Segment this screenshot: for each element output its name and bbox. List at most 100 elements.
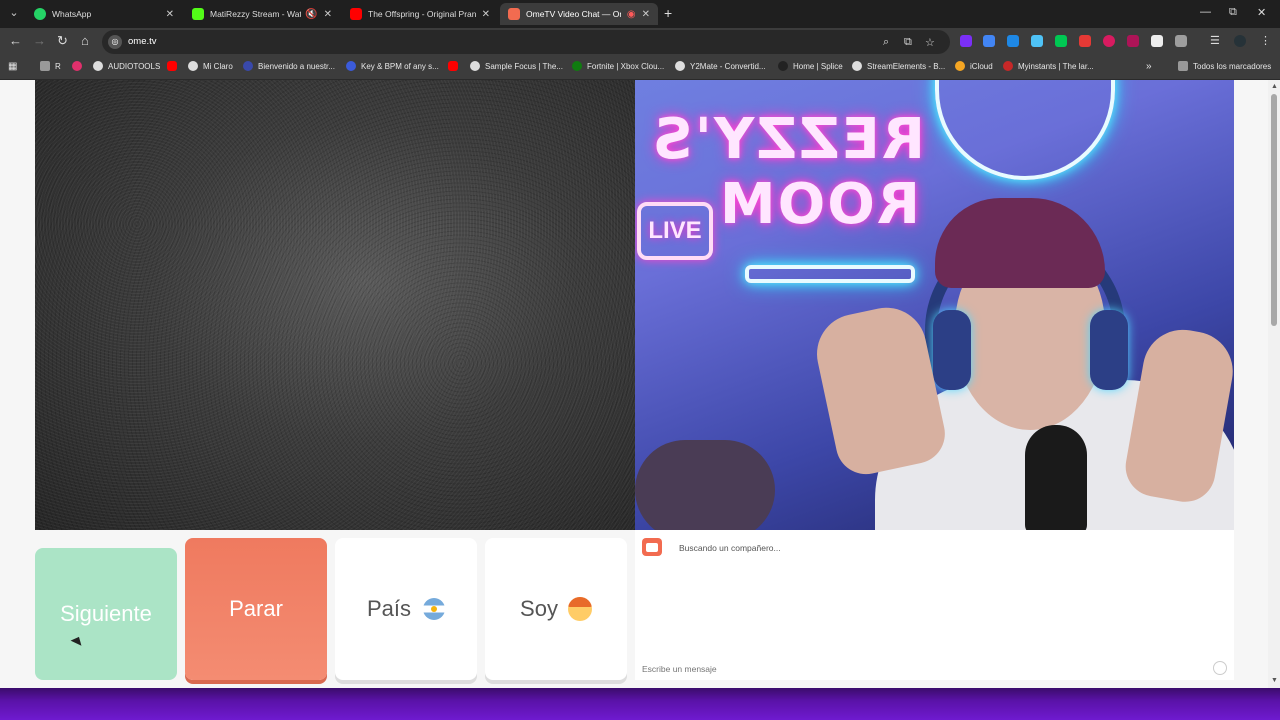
splice-icon (778, 61, 788, 71)
stop-button[interactable]: Parar (185, 538, 327, 680)
translate-icon[interactable] (983, 35, 995, 47)
gender-label: Soy (520, 596, 558, 621)
chat-controls: Siguiente Parar País Soy (35, 538, 627, 680)
page-scrollbar[interactable]: ▲ ▼ (1268, 80, 1280, 688)
scroll-down-icon[interactable]: ▼ (1271, 677, 1278, 684)
ometv-icon (508, 8, 520, 20)
extension-icon[interactable] (1127, 35, 1139, 47)
bookmark-sample-focus[interactable]: Sample Focus | The... (470, 61, 563, 71)
bookmark-y2mate[interactable]: Y2Mate - Convertid... (675, 61, 766, 71)
live-sign: LIVE (637, 202, 713, 260)
tab-kick-stream[interactable]: MatiRezzy Stream - Watch L 🔇 ✕ (184, 3, 340, 25)
reading-list-icon[interactable]: ☰ (1210, 34, 1220, 48)
tab-youtube[interactable]: The Offspring - Original Pranksi ✕ (342, 3, 498, 25)
instagram-icon (72, 61, 82, 71)
site-icon (675, 61, 685, 71)
youtube-icon (167, 61, 177, 71)
close-tab-icon[interactable]: ✕ (482, 9, 490, 20)
bookmark-youtube[interactable] (167, 61, 182, 71)
extension-icon[interactable] (1055, 35, 1067, 47)
microphone (1025, 425, 1087, 530)
globe-icon (852, 61, 862, 71)
message-input[interactable] (642, 664, 1202, 674)
bookmark-mi-claro[interactable]: Mi Claro (188, 61, 233, 71)
close-tab-icon[interactable]: ✕ (166, 9, 174, 20)
close-tab-icon[interactable]: ✕ (324, 9, 332, 20)
extension-icon[interactable] (1007, 35, 1019, 47)
all-bookmarks-folder[interactable]: Todos los marcadores (1178, 61, 1271, 71)
bookmark-label: Key & BPM of any s... (361, 61, 439, 71)
bookmark-folder-r[interactable]: R (40, 61, 61, 71)
own-webcam-video: REZZY'S ROOM LIVE (635, 80, 1234, 530)
argentina-flag-icon (423, 598, 446, 620)
mute-icon[interactable]: 🔇 (305, 9, 317, 20)
zoom-icon[interactable]: ⌕ (883, 36, 889, 49)
bookmark-label: StreamElements - B... (867, 61, 946, 71)
extension-icon[interactable] (1079, 35, 1091, 47)
whatsapp-icon (34, 8, 46, 20)
bookmark-label: Todos los marcadores (1193, 61, 1272, 71)
bookmark-label: Fortnite | Xbox Clou... (587, 61, 665, 71)
recording-icon: ◉ (626, 8, 636, 20)
tab-ometv[interactable]: OmeTV Video Chat — Onl ◉ ✕ (500, 3, 658, 25)
neon-arrow (745, 265, 915, 283)
bookmark-splice[interactable]: Home | Splice (778, 61, 843, 71)
restore-button[interactable]: ⧉ (1229, 6, 1237, 19)
extension-icon[interactable] (960, 35, 972, 47)
url-text[interactable]: ome.tv (128, 36, 157, 47)
tab-whatsapp[interactable]: WhatsApp ✕ (26, 3, 182, 25)
bookmark-audiotools[interactable]: AUDIOTOOLS (93, 61, 160, 71)
bookmark-label: Home | Splice (793, 61, 843, 71)
bookmark-label: Myinstants | The lar... (1018, 61, 1094, 71)
profile-avatar[interactable] (1234, 35, 1246, 47)
folder-icon (40, 61, 50, 71)
extension-icon[interactable] (1151, 35, 1163, 47)
gender-button[interactable]: Soy (485, 538, 627, 680)
home-icon[interactable]: ⌂ (81, 34, 89, 48)
back-icon[interactable]: ← (9, 34, 22, 48)
bookmark-fortnite[interactable]: Fortnite | Xbox Clou... (572, 61, 664, 71)
bookmark-instagram[interactable] (72, 61, 87, 71)
emoji-picker-icon[interactable] (1213, 661, 1227, 675)
close-window-button[interactable]: ✕ (1257, 6, 1266, 19)
chat-panel: Buscando un compañero... (635, 530, 1234, 680)
site-icon (1003, 61, 1013, 71)
bookmark-star-icon[interactable]: ☆ (925, 36, 935, 49)
tab-search-icon[interactable]: ⌄ (6, 5, 22, 21)
close-tab-icon[interactable]: ✕ (642, 9, 650, 20)
minimize-button[interactable]: — (1200, 6, 1211, 18)
globe-icon (188, 61, 198, 71)
forward-icon[interactable]: → (33, 34, 46, 48)
next-button[interactable]: Siguiente (35, 548, 177, 680)
stop-label: Parar (229, 596, 283, 621)
apps-grid-icon[interactable]: ▦ (8, 61, 17, 72)
bookmark-bienvenido[interactable]: Bienvenido a nuestr... (243, 61, 335, 71)
site-info-icon[interactable]: ◎ (108, 35, 122, 49)
new-tab-button[interactable]: + (664, 5, 672, 21)
bookmark-streamelements[interactable]: StreamElements - B... (852, 61, 945, 71)
icloud-icon (955, 61, 965, 71)
audio-extension-icon[interactable] (1031, 35, 1043, 47)
bookmark-youtube-2[interactable] (448, 61, 463, 71)
bookmark-key-bpm[interactable]: Key & BPM of any s... (346, 61, 439, 71)
bookmark-myinstants[interactable]: Myinstants | The lar... (1003, 61, 1094, 71)
chat-status: Buscando un compañero... (679, 543, 781, 553)
tab-title: WhatsApp (52, 9, 92, 19)
globe-icon (470, 61, 480, 71)
sign-line1: REZZY'S (650, 107, 925, 172)
reload-icon[interactable]: ↻ (57, 34, 68, 48)
neon-bird-shape (935, 80, 1115, 180)
extension-icon[interactable] (1103, 35, 1115, 47)
more-bookmarks-icon[interactable]: » (1146, 61, 1152, 72)
cap (935, 198, 1105, 288)
bookmark-label: Y2Mate - Convertid... (690, 61, 766, 71)
bookmark-icloud[interactable]: iCloud (955, 61, 993, 71)
country-button[interactable]: País (335, 538, 477, 680)
bookmarks-bar: ▦ R AUDIOTOOLS Mi Claro Bienvenido a nue… (0, 55, 1280, 80)
scroll-thumb[interactable] (1271, 94, 1277, 326)
cast-icon[interactable]: ⧉ (904, 36, 912, 49)
address-bar[interactable]: ◎ ome.tv ⌕ ⧉ ☆ (102, 30, 950, 54)
extensions-puzzle-icon[interactable] (1175, 35, 1187, 47)
scroll-up-icon[interactable]: ▲ (1271, 83, 1278, 90)
menu-icon[interactable]: ⋮ (1260, 34, 1271, 48)
